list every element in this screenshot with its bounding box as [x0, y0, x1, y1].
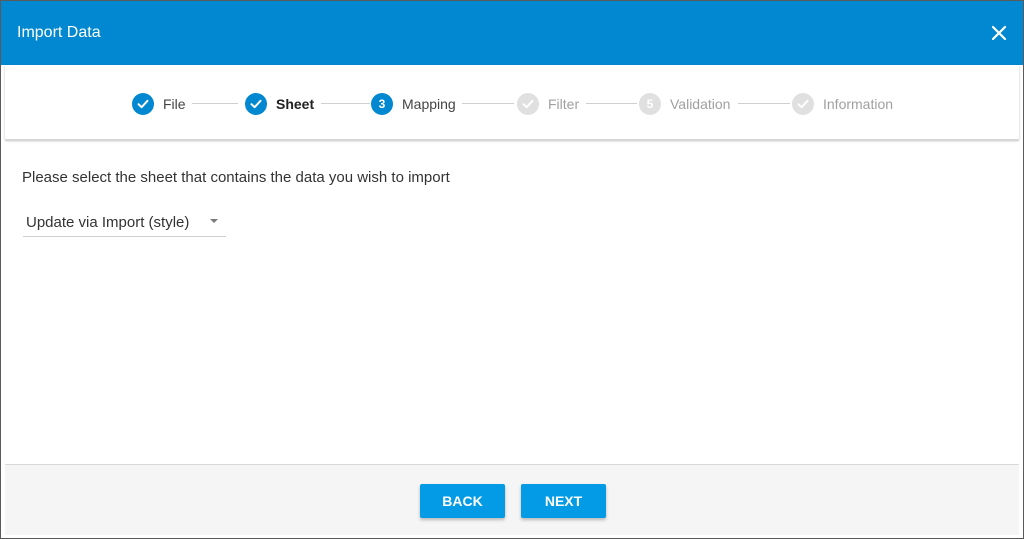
- step-filter-label: Filter: [548, 96, 580, 112]
- step-connector: [192, 103, 238, 104]
- import-data-dialog: Import Data File Sheet 3 Mapping Filter …: [0, 0, 1024, 539]
- step-validation-number: 5: [639, 93, 661, 115]
- step-connector: [321, 103, 370, 104]
- step-connector: [586, 103, 637, 104]
- sheet-select[interactable]: Update via Import (style): [23, 208, 226, 237]
- back-button[interactable]: BACK: [420, 484, 505, 518]
- step-mapping-label: Mapping: [402, 96, 456, 112]
- sheet-select-value: Update via Import (style): [26, 214, 190, 231]
- step-file-label: File: [163, 96, 186, 112]
- close-icon: [991, 25, 1007, 41]
- step-mapping[interactable]: 3 Mapping: [371, 92, 456, 116]
- step-sheet-check-icon: [245, 93, 267, 115]
- close-button[interactable]: [987, 21, 1011, 45]
- dropdown-arrow-icon: [210, 219, 218, 223]
- sheet-prompt-text: Please select the sheet that contains th…: [22, 169, 450, 186]
- step-connector: [462, 103, 514, 104]
- step-information-check-icon: [792, 93, 814, 115]
- step-information-label: Information: [823, 96, 894, 112]
- step-sheet-label: Sheet: [276, 96, 315, 112]
- step-information[interactable]: Information: [792, 92, 893, 116]
- step-validation-label: Validation: [670, 96, 731, 112]
- step-filter-check-icon: [517, 93, 539, 115]
- step-mapping-number: 3: [371, 93, 393, 115]
- import-stepper: File Sheet 3 Mapping Filter 5 Validation…: [5, 65, 1019, 140]
- dialog-title-bar: Import Data: [1, 1, 1023, 65]
- step-validation[interactable]: 5 Validation: [639, 92, 730, 116]
- step-filter[interactable]: Filter: [517, 92, 579, 116]
- next-button[interactable]: NEXT: [521, 484, 606, 518]
- dialog-footer: BACK NEXT: [5, 464, 1019, 535]
- step-sheet[interactable]: Sheet: [245, 92, 314, 116]
- dialog-title: Import Data: [17, 24, 101, 41]
- step-file[interactable]: File: [132, 92, 186, 116]
- step-connector: [738, 103, 790, 104]
- step-file-check-icon: [132, 93, 154, 115]
